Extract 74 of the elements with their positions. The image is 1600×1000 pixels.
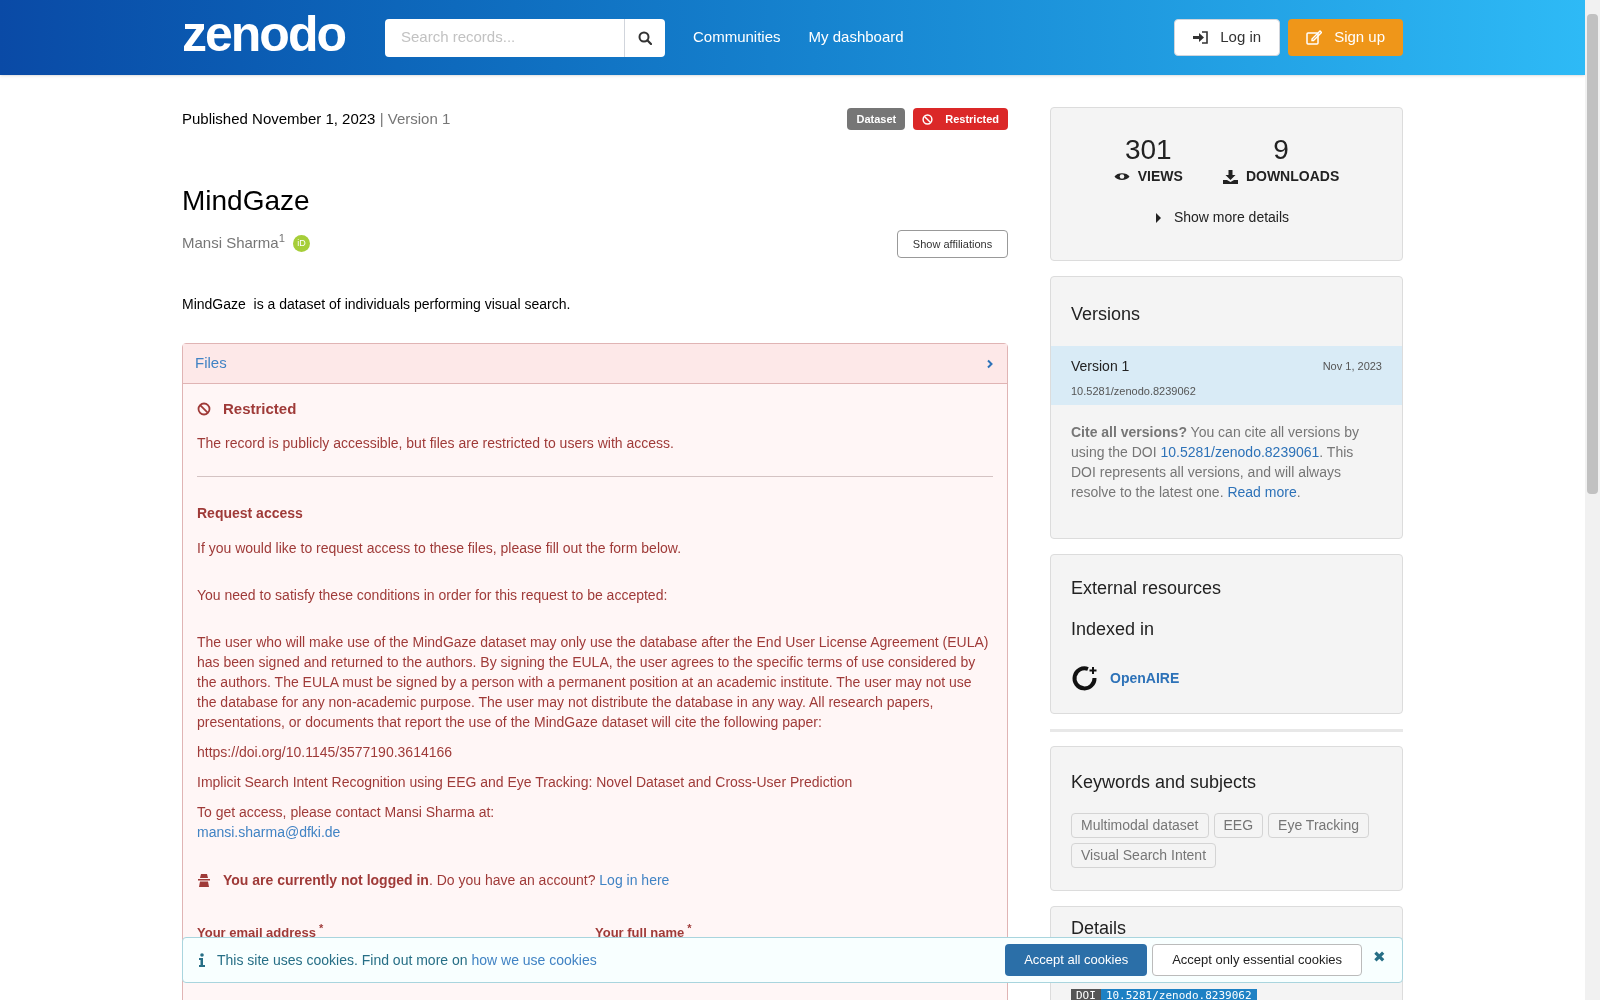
edit-icon	[1306, 30, 1323, 45]
record-title: MindGaze	[182, 184, 311, 218]
login-note-text: You are currently not logged in. Do you have an account? Log in here	[223, 870, 670, 890]
cookie-policy-link[interactable]: how we use cookies	[471, 951, 597, 968]
cite-all-versions-text: Cite all versions? You can cite all versions by using the DOI 10.5281/zenodo.8239061. This DOI represents all versions, and will always resolve to the latest one. Read more.	[1070, 423, 1360, 502]
creator-name[interactable]: Mansi Sharma$^{1}$	[182, 232, 285, 255]
keyword-tag[interactable]: Eye Tracking	[1268, 813, 1370, 838]
signup-button[interactable]: Sign up	[1288, 19, 1403, 56]
stat-value: 301	[1124, 136, 1172, 164]
files-header[interactable]: Files	[183, 344, 1007, 384]
files-title: Files	[195, 353, 227, 374]
condition-text: https://doi.org/10.1145/3577190.3614166	[197, 742, 454, 762]
info-icon	[199, 953, 205, 967]
cookie-text: This site uses cookies. Find out more on how we use cookies	[217, 950, 597, 970]
download-icon	[1222, 169, 1238, 184]
nav-link[interactable]: Communities	[693, 26, 781, 49]
accept-essential-cookies-button[interactable]: Accept only essential cookies	[1152, 944, 1362, 976]
doi-label: DOI	[1071, 989, 1101, 1000]
keyword-tag[interactable]: EEG	[1213, 813, 1264, 838]
restricted-text: The record is publicly accessible, but files are restricted to users with access.	[197, 433, 675, 453]
request-access-title: Request access	[197, 503, 304, 523]
eye-icon	[1113, 171, 1130, 182]
search-icon	[638, 30, 652, 45]
version-name: Version 1	[1071, 357, 1130, 376]
keyword-tag[interactable]: Visual Search Intent	[1071, 843, 1217, 868]
resource-type-badge: Dataset	[847, 107, 906, 131]
contact-text: To get access, please contact Mansi Sharma at:	[197, 802, 496, 822]
login-link[interactable]: Log in here	[599, 871, 670, 888]
version-doi: 10.5281/zenodo.8239062	[1071, 384, 1197, 399]
ban-icon	[197, 402, 211, 417]
required-mark: *	[319, 922, 324, 934]
version-label: | Version 1	[379, 109, 451, 127]
email-link[interactable]: mansi.sharma@dfki.de	[197, 821, 993, 842]
user-secret-icon	[197, 873, 211, 887]
doi-value: 10.5281/zenodo.8239062	[1100, 989, 1257, 1000]
access-badge: Restricted	[913, 107, 1008, 131]
versions-title: Versions	[1070, 303, 1142, 326]
stat-label: VIEWS	[1137, 167, 1183, 186]
show-more-details-link[interactable]: Show more details	[1173, 207, 1290, 228]
indexed-in-title: Indexed in	[1071, 618, 1156, 641]
sign-in-icon	[1193, 31, 1209, 44]
stat-label: DOWNLOADS	[1245, 167, 1340, 186]
circular-arrow-icon	[1071, 665, 1098, 692]
doi-badge[interactable]: DOI 10.5281/zenodo.8239062	[1071, 989, 1257, 1000]
condition-text: The user who will make use of the MindGaze dataset may only use the database after the End User License Agreement (EULA) has been signed and returned to the authors. By signing the EULA, the user agrees to the specific terms of use considered by the authors. The EULA must be signed by a person with a permanent position at an academic institute. The user may not use the database for any non-academic purpose. The user may not distribute the database in any way. All research papers, presentations, or documents that report the use of the MindGaze dataset will cite the following paper:	[197, 632, 990, 732]
field-label: Your email address	[197, 923, 316, 942]
cite-link[interactable]: Read more	[1227, 484, 1297, 500]
version-row[interactable]: Version 1 Nov 1, 2023 10.5281/zenodo.8239062	[1051, 346, 1402, 405]
field-label: Your full name	[595, 923, 685, 942]
accept-all-cookies-button[interactable]: Accept all cookies	[1005, 944, 1148, 976]
keywords-title: Keywords and subjects	[1071, 771, 1258, 794]
version-date: Nov 1, 2023	[1322, 359, 1382, 375]
details-title: Details	[1071, 917, 1128, 939]
restricted-title: Restricted	[223, 399, 297, 419]
caret-right-icon	[1155, 212, 1162, 223]
close-button[interactable]: ✖	[1373, 945, 1386, 969]
description-text: MindGaze is a dataset of individuals performing visual search.	[182, 295, 572, 314]
index-link[interactable]: OpenAIRE	[1110, 668, 1180, 689]
stat-value: 9	[1273, 136, 1289, 164]
show-affiliations-button[interactable]: Show affiliations	[897, 230, 1008, 258]
search-field[interactable]: Search records...	[385, 18, 624, 57]
published-date: Published November 1, 2023	[182, 109, 376, 127]
search-button[interactable]	[624, 18, 665, 57]
scrollbar[interactable]	[1585, 0, 1600, 1000]
required-mark: *	[687, 922, 692, 934]
logo[interactable]: zenodo	[182, 8, 385, 59]
external-resources-title: External resources	[1071, 577, 1223, 600]
ban-icon	[922, 113, 934, 125]
nav-link[interactable]: My dashboard	[808, 26, 904, 49]
keyword-tag[interactable]: Multimodal dataset	[1071, 813, 1209, 838]
login-button[interactable]: Log in	[1174, 19, 1281, 56]
conditions-intro-text: You need to satisfy these conditions in order for this request to be accepted:	[197, 585, 669, 605]
request-intro-text: If you would like to request access to these files, please fill out the form below.	[197, 538, 683, 558]
condition-text: Implicit Search Intent Recognition using EEG and Eye Tracking: Novel Dataset and Cross-User Prediction	[197, 772, 854, 792]
